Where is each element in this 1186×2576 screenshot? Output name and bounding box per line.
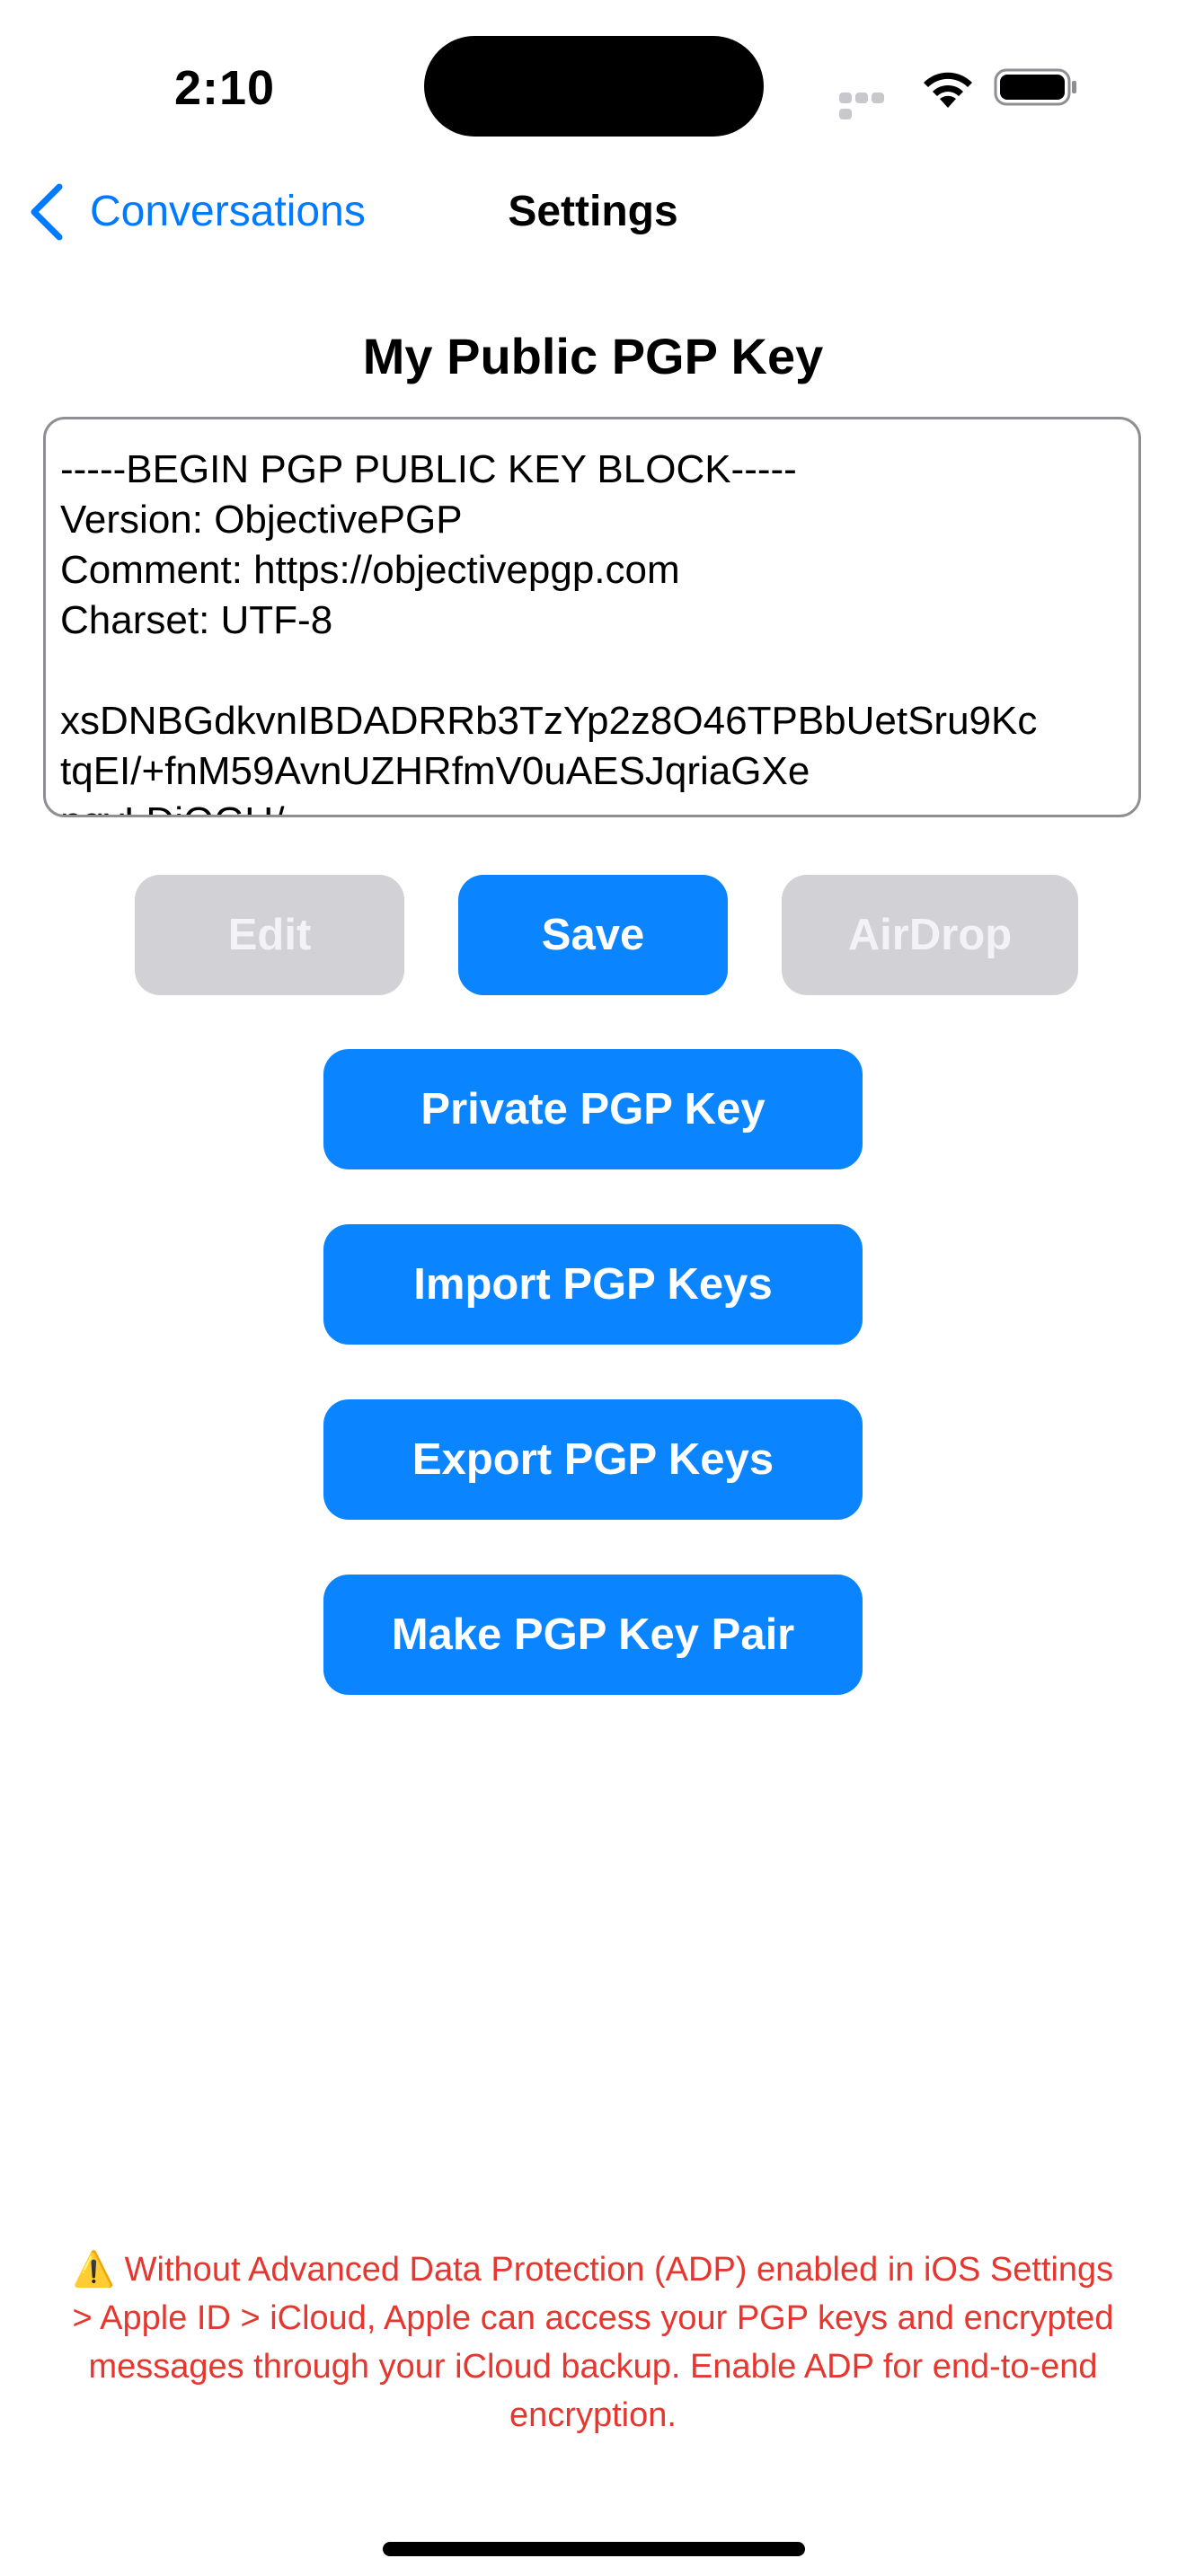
make-key-pair-button[interactable]: Make PGP Key Pair: [323, 1575, 863, 1695]
home-indicator[interactable]: [383, 2542, 805, 2556]
edit-button[interactable]: Edit: [135, 875, 404, 995]
chevron-left-icon: [31, 183, 63, 241]
status-time: 2:10: [173, 61, 276, 115]
cellular-signal-icon: [839, 92, 902, 119]
back-button[interactable]: Conversations: [27, 176, 366, 248]
battery-icon: [994, 68, 1078, 106]
section-title: My Public PGP Key: [362, 328, 824, 384]
save-button[interactable]: Save: [458, 875, 728, 995]
airdrop-button[interactable]: AirDrop: [782, 875, 1078, 995]
dynamic-island: [424, 36, 764, 137]
adp-warning-message: ⚠️ Without Advanced Data Protection (ADP…: [72, 2251, 1114, 2434]
public-key-text: -----BEGIN PGP PUBLIC KEY BLOCK----- Ver…: [60, 447, 1038, 815]
import-keys-button[interactable]: Import PGP Keys: [323, 1224, 863, 1345]
export-keys-button[interactable]: Export PGP Keys: [323, 1399, 863, 1520]
public-key-textarea[interactable]: -----BEGIN PGP PUBLIC KEY BLOCK----- Ver…: [43, 417, 1141, 817]
back-button-label: Conversations: [90, 188, 366, 235]
private-key-button[interactable]: Private PGP Key: [323, 1049, 863, 1169]
page-title: Settings: [508, 188, 678, 235]
wifi-icon: [920, 65, 976, 110]
